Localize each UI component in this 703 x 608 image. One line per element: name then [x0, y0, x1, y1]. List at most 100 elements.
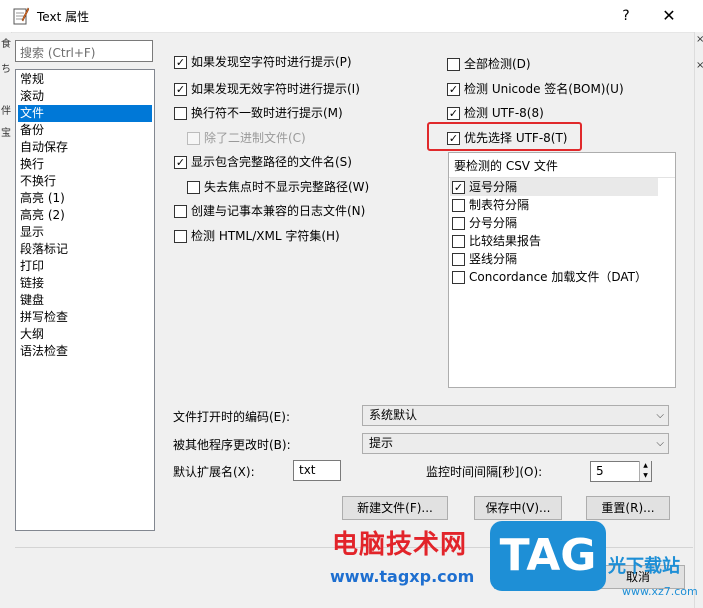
checkbox[interactable]: [452, 252, 465, 266]
option-except-binary[interactable]: 除了二进制文件(C): [187, 128, 306, 148]
category-item-links[interactable]: 链接: [18, 275, 152, 292]
checkbox[interactable]: ✓: [174, 82, 187, 96]
option-detect-html-charset[interactable]: 检测 HTML/XML 字符集(H): [174, 226, 340, 246]
edge-glyph: 食: [1, 39, 11, 50]
csv-item-comma[interactable]: ✓ 逗号分隔: [452, 177, 517, 197]
checkbox[interactable]: [447, 57, 460, 71]
option-label: 如果发现无效字符时进行提示(I): [191, 82, 360, 96]
modified-label: 被其他程序更改时(B):: [173, 438, 291, 452]
option-detect-all[interactable]: 全部检测(D): [447, 54, 531, 74]
interval-spinner[interactable]: ▲ ▼: [639, 461, 651, 482]
csv-item-label: 竖线分隔: [469, 252, 518, 266]
category-item-display[interactable]: 显示: [18, 224, 152, 241]
option-label: 失去焦点时不显示完整路径(W): [204, 180, 370, 194]
option-hide-path-on-blur[interactable]: 失去焦点时不显示完整路径(W): [187, 177, 369, 197]
option-prompt-null-char[interactable]: ✓ 如果发现空字符时进行提示(P): [174, 52, 352, 72]
category-item-spellcheck[interactable]: 拼写检查: [18, 309, 152, 326]
checkbox[interactable]: [174, 204, 187, 218]
csv-list-header: 要检测的 CSV 文件: [454, 159, 558, 173]
spin-down-icon[interactable]: ▼: [639, 471, 651, 481]
csv-item-semicolon[interactable]: 分号分隔: [452, 213, 517, 233]
notepad-icon: [13, 7, 30, 25]
option-label: 检测 UTF-8(8): [464, 106, 544, 120]
new-file-button[interactable]: 新建文件(F)...: [342, 496, 448, 520]
csv-item-label: 比较结果报告: [469, 234, 542, 248]
default-extension-label: 默认扩展名(X):: [173, 465, 255, 479]
edge-glyph: ち: [1, 64, 11, 75]
category-item-autosave[interactable]: 自动保存: [18, 139, 152, 156]
category-item-highlight-1[interactable]: 高亮 (1): [18, 190, 152, 207]
checkbox[interactable]: [187, 131, 200, 145]
encoding-select[interactable]: 系统默认 ⌵: [362, 405, 669, 426]
checkbox[interactable]: [452, 198, 465, 212]
category-item-print[interactable]: 打印: [18, 258, 152, 275]
category-item-keyboard[interactable]: 键盘: [18, 292, 152, 309]
saving-button[interactable]: 保存中(V)...: [474, 496, 562, 520]
search-input[interactable]: 搜索 (Ctrl+F): [15, 40, 153, 62]
option-label: 检测 HTML/XML 字符集(H): [191, 229, 340, 243]
option-label: 全部检测(D): [464, 57, 531, 71]
checkbox[interactable]: [187, 180, 200, 194]
edge-glyph: ×: [696, 60, 703, 71]
chevron-down-icon: ⌵: [656, 410, 664, 421]
csv-item-label: 分号分隔: [469, 216, 518, 230]
reset-button[interactable]: 重置(R)...: [586, 496, 670, 520]
option-notepad-log[interactable]: 创建与记事本兼容的日志文件(N): [174, 201, 365, 221]
category-item-wrap[interactable]: 换行: [18, 156, 152, 173]
category-item-highlight-2[interactable]: 高亮 (2): [18, 207, 152, 224]
help-button[interactable]: ?: [614, 5, 638, 27]
checkbox[interactable]: [452, 216, 465, 230]
background-window-edge-right: × ×: [694, 32, 703, 608]
modified-value: 提示: [369, 436, 394, 450]
checkbox[interactable]: ✓: [452, 180, 465, 194]
option-detect-utf8[interactable]: ✓ 检测 UTF-8(8): [447, 103, 544, 123]
checkbox[interactable]: [452, 234, 465, 248]
option-label: 显示包含完整路径的文件名(S): [191, 155, 352, 169]
option-prompt-invalid-char[interactable]: ✓ 如果发现无效字符时进行提示(I): [174, 79, 360, 99]
option-label: 创建与记事本兼容的日志文件(N): [191, 204, 366, 218]
checkbox[interactable]: [452, 270, 465, 284]
csv-item-label: 逗号分隔: [469, 180, 518, 194]
option-label: 如果发现空字符时进行提示(P): [191, 55, 352, 69]
category-item-general[interactable]: 常规: [18, 71, 152, 88]
csv-item-tab[interactable]: 制表符分隔: [452, 195, 529, 215]
checkbox[interactable]: ✓: [174, 155, 187, 169]
checkbox[interactable]: ✓: [174, 55, 187, 69]
category-item-scroll[interactable]: 滚动: [18, 88, 152, 105]
watermark-url: www.tagxp.com: [330, 567, 475, 586]
window-title: Text 属性: [37, 10, 90, 24]
modified-action-select[interactable]: 提示 ⌵: [362, 433, 669, 454]
watermark-site-name: 电脑技术网: [332, 530, 468, 560]
monitor-interval-label: 监控时间间隔[秒](O):: [426, 465, 543, 479]
option-prompt-line-ending[interactable]: 换行符不一致时进行提示(M): [174, 103, 343, 123]
checkbox[interactable]: [174, 229, 187, 243]
category-list[interactable]: 常规 滚动 文件 备份 自动保存 换行 不换行 高亮 (1) 高亮 (2) 显示…: [15, 69, 155, 531]
checkbox[interactable]: ✓: [447, 82, 460, 96]
watermark-logo: TAG: [490, 521, 606, 591]
option-show-full-path[interactable]: ✓ 显示包含完整路径的文件名(S): [174, 152, 352, 172]
close-button[interactable]: ✕: [655, 5, 683, 27]
csv-item-concordance[interactable]: Concordance 加载文件（DAT）: [452, 267, 647, 287]
option-label: 换行符不一致时进行提示(M): [191, 106, 343, 120]
category-item-nowrap[interactable]: 不换行: [18, 173, 152, 190]
edge-glyph: ×: [696, 34, 703, 45]
encoding-label: 文件打开时的编码(E):: [173, 410, 290, 424]
annotation-highlight-box: [427, 122, 582, 151]
default-extension-input[interactable]: txt: [293, 460, 341, 481]
option-detect-bom[interactable]: ✓ 检测 Unicode 签名(BOM)(U): [447, 79, 624, 99]
csv-item-label: Concordance 加载文件（DAT）: [469, 270, 647, 284]
category-item-file[interactable]: 文件: [18, 105, 152, 122]
encoding-value: 系统默认: [369, 408, 418, 422]
watermark-right-name: 光下载站: [608, 556, 680, 577]
checkbox[interactable]: [174, 106, 187, 120]
option-label: 除了二进制文件(C): [204, 131, 306, 145]
category-item-backup[interactable]: 备份: [18, 122, 152, 139]
title-bar: [0, 0, 703, 33]
csv-item-compare-report[interactable]: 比较结果报告: [452, 231, 541, 251]
csv-item-pipe[interactable]: 竖线分隔: [452, 249, 517, 269]
checkbox[interactable]: ✓: [447, 106, 460, 120]
spin-up-icon[interactable]: ▲: [639, 461, 651, 471]
category-item-grammar[interactable]: 语法检查: [18, 343, 152, 360]
category-item-outline[interactable]: 大纲: [18, 326, 152, 343]
category-item-paragraph-marks[interactable]: 段落标记: [18, 241, 152, 258]
